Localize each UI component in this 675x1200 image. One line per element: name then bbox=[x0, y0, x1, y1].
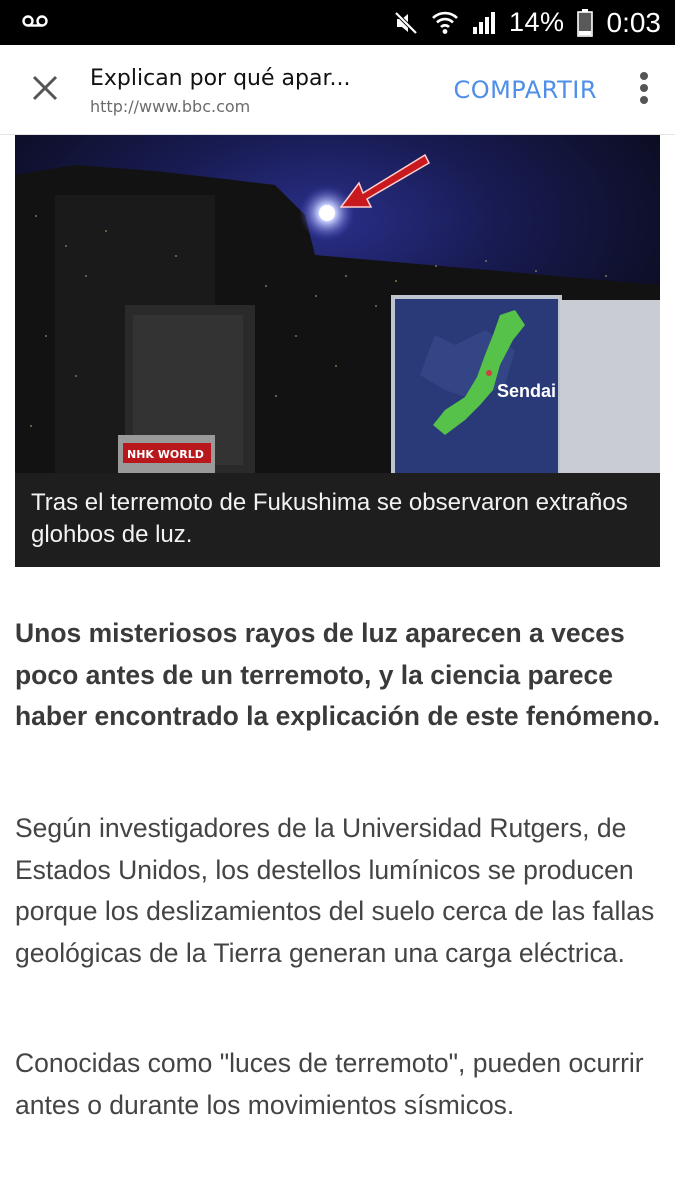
broadcaster-logo: NHK WORLD bbox=[127, 448, 204, 461]
article-figure: Sendai NHK WORLD Tras el terremoto de Fu… bbox=[15, 135, 660, 567]
page-url: http://www.bbc.com bbox=[90, 96, 251, 116]
article-paragraph: Conocidas como "luces de terremoto", pue… bbox=[15, 1048, 644, 1120]
figure-caption: Tras el terremoto de Fukushima se observ… bbox=[15, 473, 660, 567]
share-button[interactable]: COMPARTIR bbox=[453, 76, 597, 104]
map-label: Sendai bbox=[497, 381, 556, 401]
clock: 0:03 bbox=[606, 6, 662, 38]
close-button[interactable] bbox=[0, 45, 90, 135]
signal-icon bbox=[471, 10, 497, 36]
status-bar: 14% 0:03 bbox=[0, 0, 675, 45]
status-right: 14% 0:03 bbox=[393, 7, 661, 39]
title-block: Explican por qué apar... http://www.bbc.… bbox=[90, 64, 453, 116]
mute-icon bbox=[393, 10, 419, 36]
wifi-icon bbox=[431, 10, 459, 36]
article-photo: Sendai NHK WORLD bbox=[15, 135, 660, 475]
article-paragraph: Según investigadores de la Universidad R… bbox=[15, 813, 655, 968]
article-lead: Unos misteriosos rayos de luz aparecen a… bbox=[15, 618, 661, 731]
battery-icon bbox=[576, 8, 593, 37]
custom-tab-toolbar: Explican por qué apar... http://www.bbc.… bbox=[0, 45, 675, 135]
overflow-menu-button[interactable] bbox=[621, 45, 667, 135]
more-vert-icon bbox=[639, 71, 649, 109]
close-icon bbox=[31, 74, 59, 106]
battery-percent: 14% bbox=[508, 7, 565, 37]
status-left bbox=[22, 13, 48, 32]
page-title: Explican por qué apar... bbox=[90, 65, 351, 91]
voicemail-icon bbox=[22, 13, 48, 32]
